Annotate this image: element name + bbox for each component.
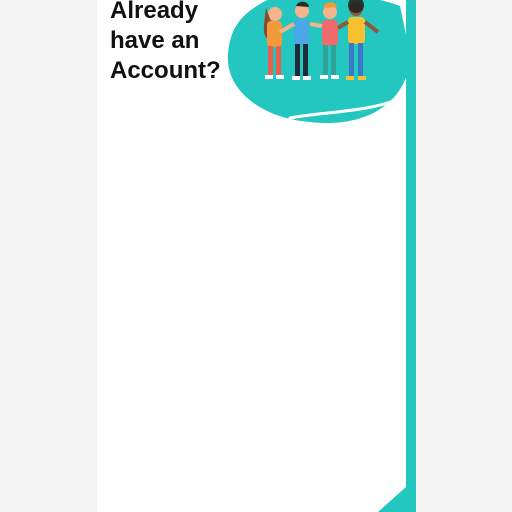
friends-group-illustration-icon (227, 0, 410, 123)
